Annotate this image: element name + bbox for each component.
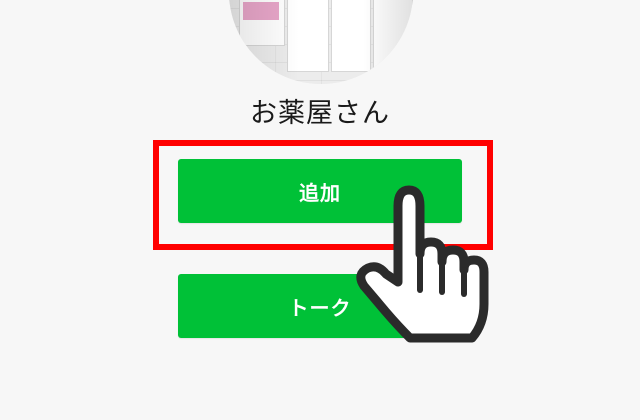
profile-name: お薬屋さん bbox=[250, 98, 390, 129]
photo-shade bbox=[229, 0, 299, 84]
profile-image bbox=[229, 0, 413, 84]
photo-shade bbox=[363, 0, 413, 84]
hand-pointer-icon bbox=[356, 185, 489, 343]
